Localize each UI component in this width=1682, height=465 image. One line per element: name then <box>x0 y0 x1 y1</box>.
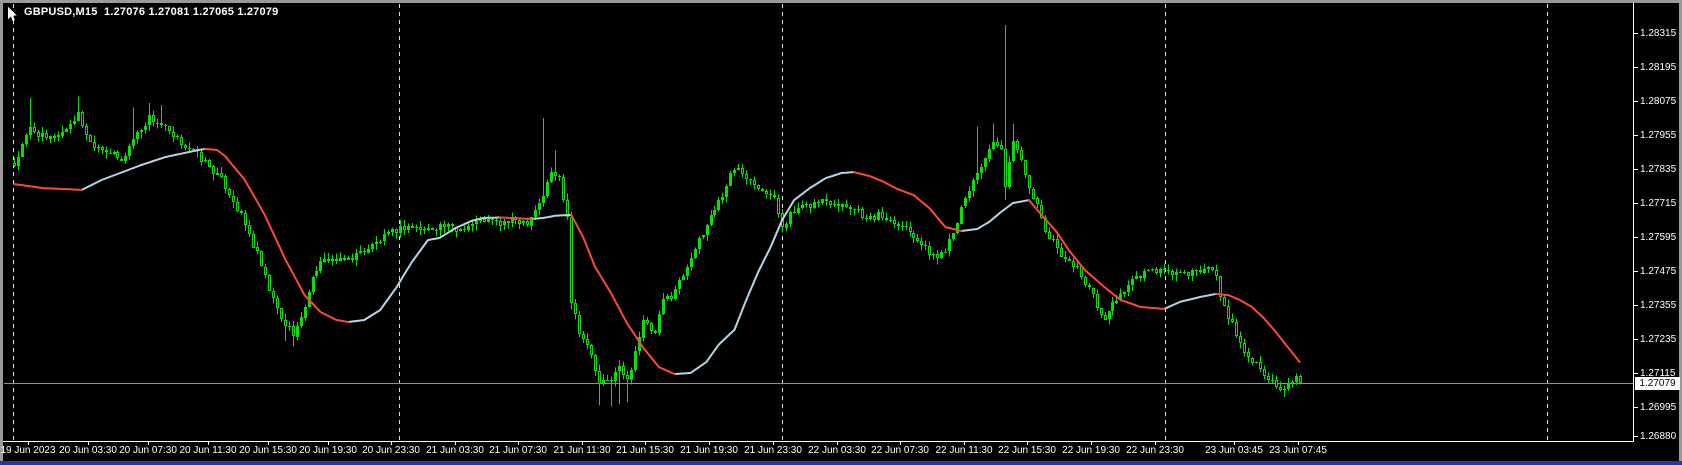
x-axis-label: 21 Jun 03:30 <box>426 445 484 456</box>
x-axis-label: 23 Jun 07:45 <box>1269 445 1327 456</box>
symbol-title: GBPUSD,M15 1.27076 1.27081 1.27065 1.270… <box>24 6 279 18</box>
ma-rising-segments <box>80 147 1217 376</box>
y-axis-label: 1.27835 <box>1640 164 1677 175</box>
x-axis-label: 20 Jun 19:30 <box>299 445 357 456</box>
candles-layer <box>13 25 1302 407</box>
y-axis-label: 1.28075 <box>1640 96 1677 107</box>
x-axis-label: 21 Jun 19:30 <box>680 445 738 456</box>
x-axis-label: 22 Jun 11:30 <box>935 445 993 456</box>
mouse-pointer-icon <box>8 7 17 21</box>
y-axis-label: 1.27475 <box>1640 266 1677 277</box>
x-axis-label: 21 Jun 11:30 <box>553 445 611 456</box>
bear-candle-hollows <box>14 113 1301 389</box>
x-axis-label: 20 Jun 03:30 <box>59 445 117 456</box>
moving-average-line <box>13 147 1301 376</box>
x-axis-label: 21 Jun 23:30 <box>744 445 802 456</box>
ma-falling-segments <box>13 147 1301 376</box>
x-axis-label: 22 Jun 07:30 <box>871 445 929 456</box>
x-axis-label: 22 Jun 15:30 <box>998 445 1056 456</box>
chart-window: GBPUSD,M15 1.27076 1.27081 1.27065 1.270… <box>0 0 1682 465</box>
candle-bodies <box>13 112 1302 390</box>
x-axis-label: 21 Jun 15:30 <box>616 445 674 456</box>
x-axis-label: 22 Jun 23:30 <box>1126 445 1184 456</box>
y-axis-label: 1.27715 <box>1640 198 1677 209</box>
axis-lines-and-ticks <box>3 3 1638 445</box>
x-axis-label: 23 Jun 03:45 <box>1205 445 1263 456</box>
y-axis-label: 1.26995 <box>1640 402 1677 413</box>
x-axis-label: 22 Jun 19:30 <box>1062 445 1120 456</box>
y-axis-label: 1.28195 <box>1640 62 1677 73</box>
x-axis-label: 20 Jun 07:30 <box>119 445 177 456</box>
x-axis-label: 20 Jun 23:30 <box>362 445 420 456</box>
x-axis-label: 22 Jun 03:30 <box>808 445 866 456</box>
y-axis-label: 1.27595 <box>1640 232 1677 243</box>
chart-canvas[interactable] <box>0 0 1682 461</box>
x-axis-label: 20 Jun 15:30 <box>239 445 297 456</box>
y-axis-label: 1.27355 <box>1640 300 1677 311</box>
y-axis-label: 1.28315 <box>1640 28 1677 39</box>
y-axis-label: 1.27235 <box>1640 334 1677 345</box>
y-axis-label: 1.27955 <box>1640 130 1677 141</box>
x-axis-label: 21 Jun 07:30 <box>489 445 547 456</box>
y-axis-label: 1.26880 <box>1640 431 1677 442</box>
x-axis-label: 20 Jun 11:30 <box>179 445 237 456</box>
x-axis-label: 19 Jun 2023 <box>0 445 56 456</box>
current-price-tag: 1.27079 <box>1635 377 1680 390</box>
window-bottom-edge <box>0 461 1682 465</box>
candle-wicks <box>14 25 1301 407</box>
